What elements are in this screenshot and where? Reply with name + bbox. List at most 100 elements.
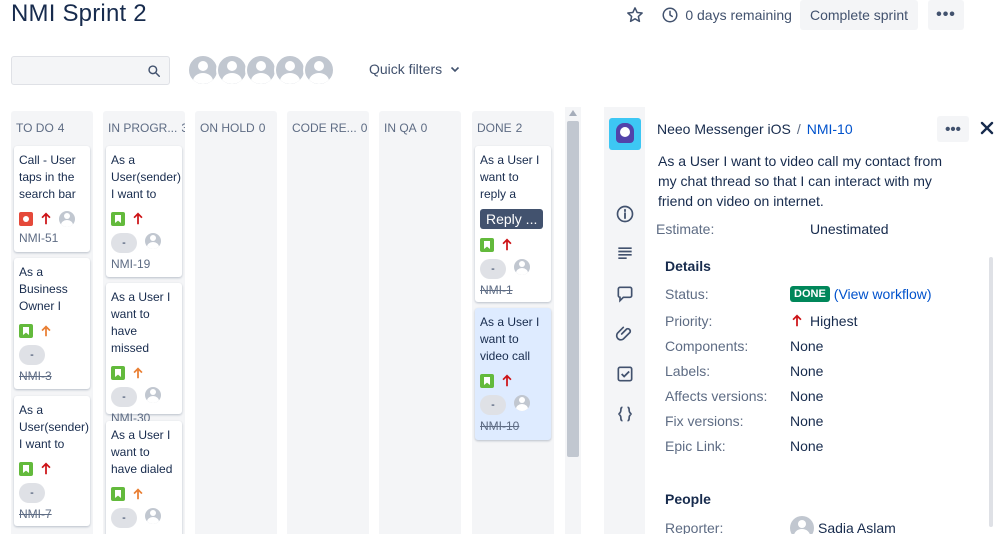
detail-scrollbar[interactable] xyxy=(989,257,993,527)
column-count: 2 xyxy=(515,121,523,135)
details-heading: Details xyxy=(665,258,711,274)
search-input[interactable] xyxy=(12,57,142,84)
status-field: Status: DONE (View workflow) xyxy=(665,286,985,304)
fix-versions-field: Fix versions: None xyxy=(665,413,985,431)
fix-versions-value[interactable]: None xyxy=(790,413,823,429)
chevron-down-icon xyxy=(451,66,460,73)
avatar-filter-group xyxy=(187,54,335,86)
people-heading: People xyxy=(665,491,711,507)
estimate-badge: - xyxy=(111,508,137,528)
issue-key[interactable]: NMI-1 xyxy=(480,283,546,297)
card-summary: As a User I want to video call xyxy=(480,315,540,363)
priority-value-wrap[interactable]: Highest xyxy=(790,313,857,329)
issue-detail-panel: Neeo Messenger iOS / NMI-10 ••• As a Use… xyxy=(645,107,996,534)
star-button[interactable] xyxy=(623,3,647,27)
avatar[interactable] xyxy=(274,54,306,86)
column-title: IN PROGR... xyxy=(108,121,178,135)
components-field: Components: None xyxy=(665,338,985,356)
assignee-avatar xyxy=(145,387,161,403)
avatar[interactable] xyxy=(245,54,277,86)
issue-card[interactable]: As a User I want to have missed - NMI-30 xyxy=(106,283,182,425)
labels-field: Labels: None xyxy=(665,363,985,381)
card-summary: As a Business Owner I xyxy=(19,265,68,313)
attachment-icon[interactable] xyxy=(615,324,635,344)
column-count: 0 xyxy=(360,121,368,135)
column-count: 0 xyxy=(258,121,266,135)
more-button[interactable]: ••• xyxy=(928,0,964,30)
comment-icon[interactable] xyxy=(615,284,635,304)
code-icon[interactable] xyxy=(615,404,635,424)
avatar[interactable] xyxy=(303,54,335,86)
issue-card[interactable]: As a User(sender) I want to - NMI-19 xyxy=(106,146,182,277)
subtask-icon[interactable] xyxy=(615,364,635,384)
card-summary: As a User I want to have dialed xyxy=(111,428,173,476)
column-header: IN QA 0 xyxy=(379,111,461,145)
card-icons xyxy=(19,323,85,339)
status-badge[interactable]: DONE xyxy=(790,286,830,302)
card-icons xyxy=(111,486,177,502)
card-meta: - xyxy=(480,255,546,279)
avatar[interactable] xyxy=(216,54,248,86)
issue-key[interactable]: NMI-7 xyxy=(19,507,85,521)
priority-medium-icon xyxy=(41,325,51,337)
epic-link-value[interactable]: None xyxy=(790,438,823,454)
card-meta: - xyxy=(19,341,85,365)
components-label: Components: xyxy=(665,338,749,354)
description-icon[interactable] xyxy=(615,244,635,264)
breadcrumb-project[interactable]: Neeo Messenger iOS xyxy=(657,121,791,137)
view-workflow-link[interactable]: (View workflow) xyxy=(834,286,932,302)
issue-card-selected[interactable]: As a User I want to video call - NMI-10 xyxy=(475,308,551,440)
column-header: IN PROGR... 3 xyxy=(103,111,185,145)
column-count: 3 xyxy=(181,121,185,135)
issue-key[interactable]: NMI-3 xyxy=(19,369,85,383)
story-icon xyxy=(19,462,33,476)
info-icon[interactable] xyxy=(615,204,635,224)
assignee-avatar xyxy=(59,211,75,227)
card-icons xyxy=(111,211,177,227)
page-title: NMI Sprint 2 xyxy=(11,0,147,27)
card-summary: Call - User taps in the search bar xyxy=(19,153,76,201)
priority-field: Priority: Highest xyxy=(665,313,985,331)
issue-card[interactable]: As a User(sender) I want to - NMI-7 xyxy=(14,396,90,526)
estimate-label: Estimate: xyxy=(656,221,715,237)
affects-versions-value[interactable]: None xyxy=(790,388,823,404)
priority-highest-icon xyxy=(792,314,802,327)
issue-key[interactable]: NMI-10 xyxy=(480,419,546,433)
reply-tooltip-chip: Reply ... xyxy=(480,209,544,229)
issue-card[interactable]: As a User I want to reply a Reply ... - … xyxy=(475,146,551,302)
priority-medium-icon xyxy=(133,488,143,500)
issue-card[interactable]: Call - User taps in the search bar NMI-5… xyxy=(14,146,90,252)
scroll-up-arrow-icon[interactable] xyxy=(569,110,577,116)
issue-card[interactable]: As a Business Owner I - NMI-3 xyxy=(14,258,90,389)
reporter-value-wrap[interactable]: Sadia Aslam xyxy=(790,516,896,534)
close-button[interactable] xyxy=(977,118,996,138)
status-label: Status: xyxy=(665,286,709,302)
reporter-label: Reporter: xyxy=(665,520,724,534)
detail-more-button[interactable]: ••• xyxy=(937,116,969,142)
breadcrumb-issue-key[interactable]: NMI-10 xyxy=(807,121,853,137)
avatar[interactable] xyxy=(187,54,219,86)
column-title: TO DO xyxy=(16,121,54,135)
issue-summary[interactable]: As a User I want to video call my contac… xyxy=(658,151,958,211)
epic-link-label: Epic Link: xyxy=(665,438,726,454)
avatar xyxy=(790,516,814,534)
column-done: DONE 2 As a User I want to reply a Reply … xyxy=(472,111,554,534)
priority-highest-icon xyxy=(41,212,51,225)
board-scrollbar[interactable] xyxy=(565,107,581,534)
card-icons xyxy=(19,461,85,477)
labels-value[interactable]: None xyxy=(790,363,823,379)
estimate-badge: - xyxy=(111,387,137,407)
breadcrumb-separator: / xyxy=(796,121,801,137)
story-icon xyxy=(111,366,125,380)
issue-key[interactable]: NMI-19 xyxy=(111,257,177,271)
components-value[interactable]: None xyxy=(790,338,823,354)
column-in-progress: IN PROGR... 3 As a User(sender) I want to… xyxy=(103,111,185,534)
scrollbar-thumb[interactable] xyxy=(567,121,579,457)
issue-key[interactable]: NMI-51 xyxy=(19,231,85,245)
complete-sprint-button[interactable]: Complete sprint xyxy=(799,0,918,30)
card-icons xyxy=(19,211,85,227)
estimate-value[interactable]: Unestimated xyxy=(810,221,889,237)
issue-card[interactable]: As a User I want to have dialed - xyxy=(106,421,182,534)
card-meta: - xyxy=(111,504,177,528)
quick-filters-dropdown[interactable]: Quick filters xyxy=(369,61,460,77)
